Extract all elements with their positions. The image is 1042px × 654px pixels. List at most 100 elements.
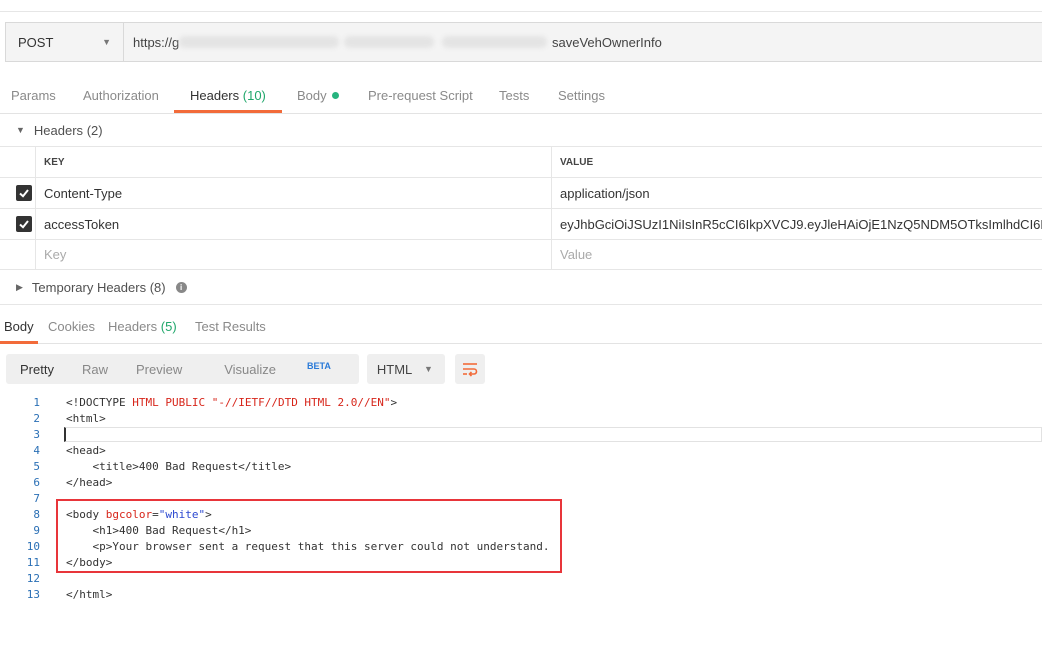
redacted-blur xyxy=(344,36,434,48)
wrap-lines-button[interactable] xyxy=(454,354,485,384)
view-visualize[interactable]: Visualize BETA xyxy=(196,361,359,377)
view-raw[interactable]: Raw xyxy=(68,362,122,377)
tab-params[interactable]: Params xyxy=(11,88,56,103)
tab-count: (5) xyxy=(160,319,177,334)
header-value-cell[interactable]: eyJhbGciOiJSUzI1NiIsInR5cCI6IkpXVCJ9.eyJ… xyxy=(551,209,1042,239)
line-number: 9 xyxy=(33,524,40,537)
redacted-blur xyxy=(179,36,339,48)
code-token: <!DOCTYPE xyxy=(66,396,133,409)
line-number: 6 xyxy=(33,476,40,489)
line-number: 1 xyxy=(33,396,40,409)
code-line: 2 <html> xyxy=(0,411,1042,427)
row-checkbox[interactable] xyxy=(16,216,32,232)
tab-cookies[interactable]: Cookies xyxy=(48,319,95,334)
modified-dot-icon xyxy=(331,92,339,99)
request-tabs: Params Authorization Headers (10) Body P… xyxy=(0,78,1042,114)
tab-label: Pre-request Script xyxy=(368,88,473,103)
header-key-cell[interactable]: Content-Type xyxy=(35,178,551,208)
tab-label: Headers xyxy=(108,319,158,334)
tab-label: Test Results xyxy=(195,319,266,334)
response-tabs: Body Cookies Headers (5) Test Results xyxy=(0,304,1042,344)
tab-response-body[interactable]: Body xyxy=(4,319,34,334)
row-checkbox[interactable] xyxy=(16,185,32,201)
format-select[interactable]: HTML ▼ xyxy=(366,354,445,384)
view-pretty[interactable]: Pretty xyxy=(6,362,68,377)
tab-response-headers[interactable]: Headers (5) xyxy=(108,319,177,334)
code-line: 4 <head> xyxy=(0,443,1042,459)
url-input[interactable]: https://g saveVehOwnerInfo xyxy=(124,23,1042,61)
tab-body[interactable]: Body xyxy=(297,88,339,103)
code-line: 1 <!DOCTYPE HTML PUBLIC "-//IETF//DTD HTM… xyxy=(0,395,1042,411)
line-number: 11 xyxy=(26,556,40,569)
tab-pre-request-script[interactable]: Pre-request Script xyxy=(368,88,473,103)
tab-test-results[interactable]: Test Results xyxy=(195,319,266,334)
header-key-cell[interactable]: accessToken xyxy=(35,209,551,239)
code-line: 13 </html> xyxy=(0,587,1042,603)
tab-label: Authorization xyxy=(83,88,159,103)
chevron-down-icon: ▼ xyxy=(102,37,111,47)
format-label: HTML xyxy=(376,361,413,377)
header-value-cell[interactable]: application/json xyxy=(551,178,1042,208)
tab-label: Body xyxy=(4,319,34,334)
temporary-headers-title: Temporary Headers xyxy=(31,279,147,295)
annotation-highlight-box xyxy=(56,499,562,573)
info-icon[interactable]: i xyxy=(175,281,187,293)
tab-authorization[interactable]: Authorization xyxy=(83,88,159,103)
request-bar: POST ▼ https://g saveVehOwnerInfo xyxy=(5,22,1042,62)
line-number: 10 xyxy=(26,540,40,553)
url-end-text: saveVehOwnerInfo xyxy=(552,34,662,50)
tab-headers[interactable]: Headers (10) xyxy=(190,88,266,103)
tab-settings[interactable]: Settings xyxy=(558,88,605,103)
active-line-cursor xyxy=(64,427,1042,442)
code-line: 6 </head> xyxy=(0,475,1042,491)
new-value-input[interactable]: Value xyxy=(551,240,1042,269)
top-strip xyxy=(0,0,1042,12)
tab-tests[interactable]: Tests xyxy=(499,88,529,103)
checkmark-icon xyxy=(19,220,29,229)
line-number: 5 xyxy=(33,460,40,473)
code-line: 3 xyxy=(0,427,1042,443)
table-header-row: KEY VALUE xyxy=(0,146,1042,177)
beta-badge: BETA xyxy=(307,361,331,371)
headers-table: KEY VALUE Content-Type application/json … xyxy=(0,146,1042,270)
caret-down-icon: ▼ xyxy=(16,125,25,135)
code-text: </head> xyxy=(66,476,113,489)
code-text: <html> xyxy=(66,412,106,425)
tab-label: Params xyxy=(11,88,56,103)
method-label: POST xyxy=(18,34,54,50)
tab-label: Tests xyxy=(499,88,530,103)
table-row: Content-Type application/json xyxy=(0,177,1042,208)
headers-section-count: (2) xyxy=(86,122,103,138)
line-number: 4 xyxy=(33,444,40,457)
value-column-header: VALUE xyxy=(551,147,1042,177)
visualize-label: Visualize xyxy=(224,362,277,377)
tab-label: Body xyxy=(297,88,327,103)
line-number: 3 xyxy=(33,428,40,441)
line-number: 12 xyxy=(26,572,40,585)
tab-label: Cookies xyxy=(48,319,95,334)
view-preview[interactable]: Preview xyxy=(122,362,196,377)
new-key-input[interactable]: Key xyxy=(35,240,551,269)
tab-label: Headers xyxy=(190,88,240,103)
wrap-lines-icon xyxy=(462,363,478,377)
headers-section-title: Headers xyxy=(33,122,84,138)
view-mode-group: Pretty Raw Preview Visualize BETA xyxy=(6,354,359,384)
line-number: 8 xyxy=(33,508,40,521)
method-select[interactable]: POST ▼ xyxy=(6,23,124,61)
line-number: 7 xyxy=(33,492,40,505)
new-header-row: Key Value xyxy=(0,239,1042,270)
code-text: </html> xyxy=(66,588,113,601)
code-line: 5 <title>400 Bad Request</title> xyxy=(0,459,1042,475)
url-start-text: https://g xyxy=(133,34,180,50)
active-tab-indicator xyxy=(0,341,38,344)
redacted-blur xyxy=(442,36,547,48)
active-tab-indicator xyxy=(174,110,282,113)
headers-section-toggle[interactable]: ▼ Headers (2) xyxy=(0,114,1042,146)
code-text: <title>400 Bad Request</title> xyxy=(66,460,292,473)
tab-label: Settings xyxy=(558,88,605,103)
table-row: accessToken eyJhbGciOiJSUzI1NiIsInR5cCI6… xyxy=(0,208,1042,239)
code-token: "-//IETF//DTD HTML 2.0//EN" xyxy=(211,396,391,409)
response-toolbar: Pretty Raw Preview Visualize BETA HTML ▼ xyxy=(6,354,485,384)
temporary-headers-count: (8) xyxy=(149,279,166,295)
temporary-headers-toggle[interactable]: ▶ Temporary Headers (8) i xyxy=(0,271,1042,303)
